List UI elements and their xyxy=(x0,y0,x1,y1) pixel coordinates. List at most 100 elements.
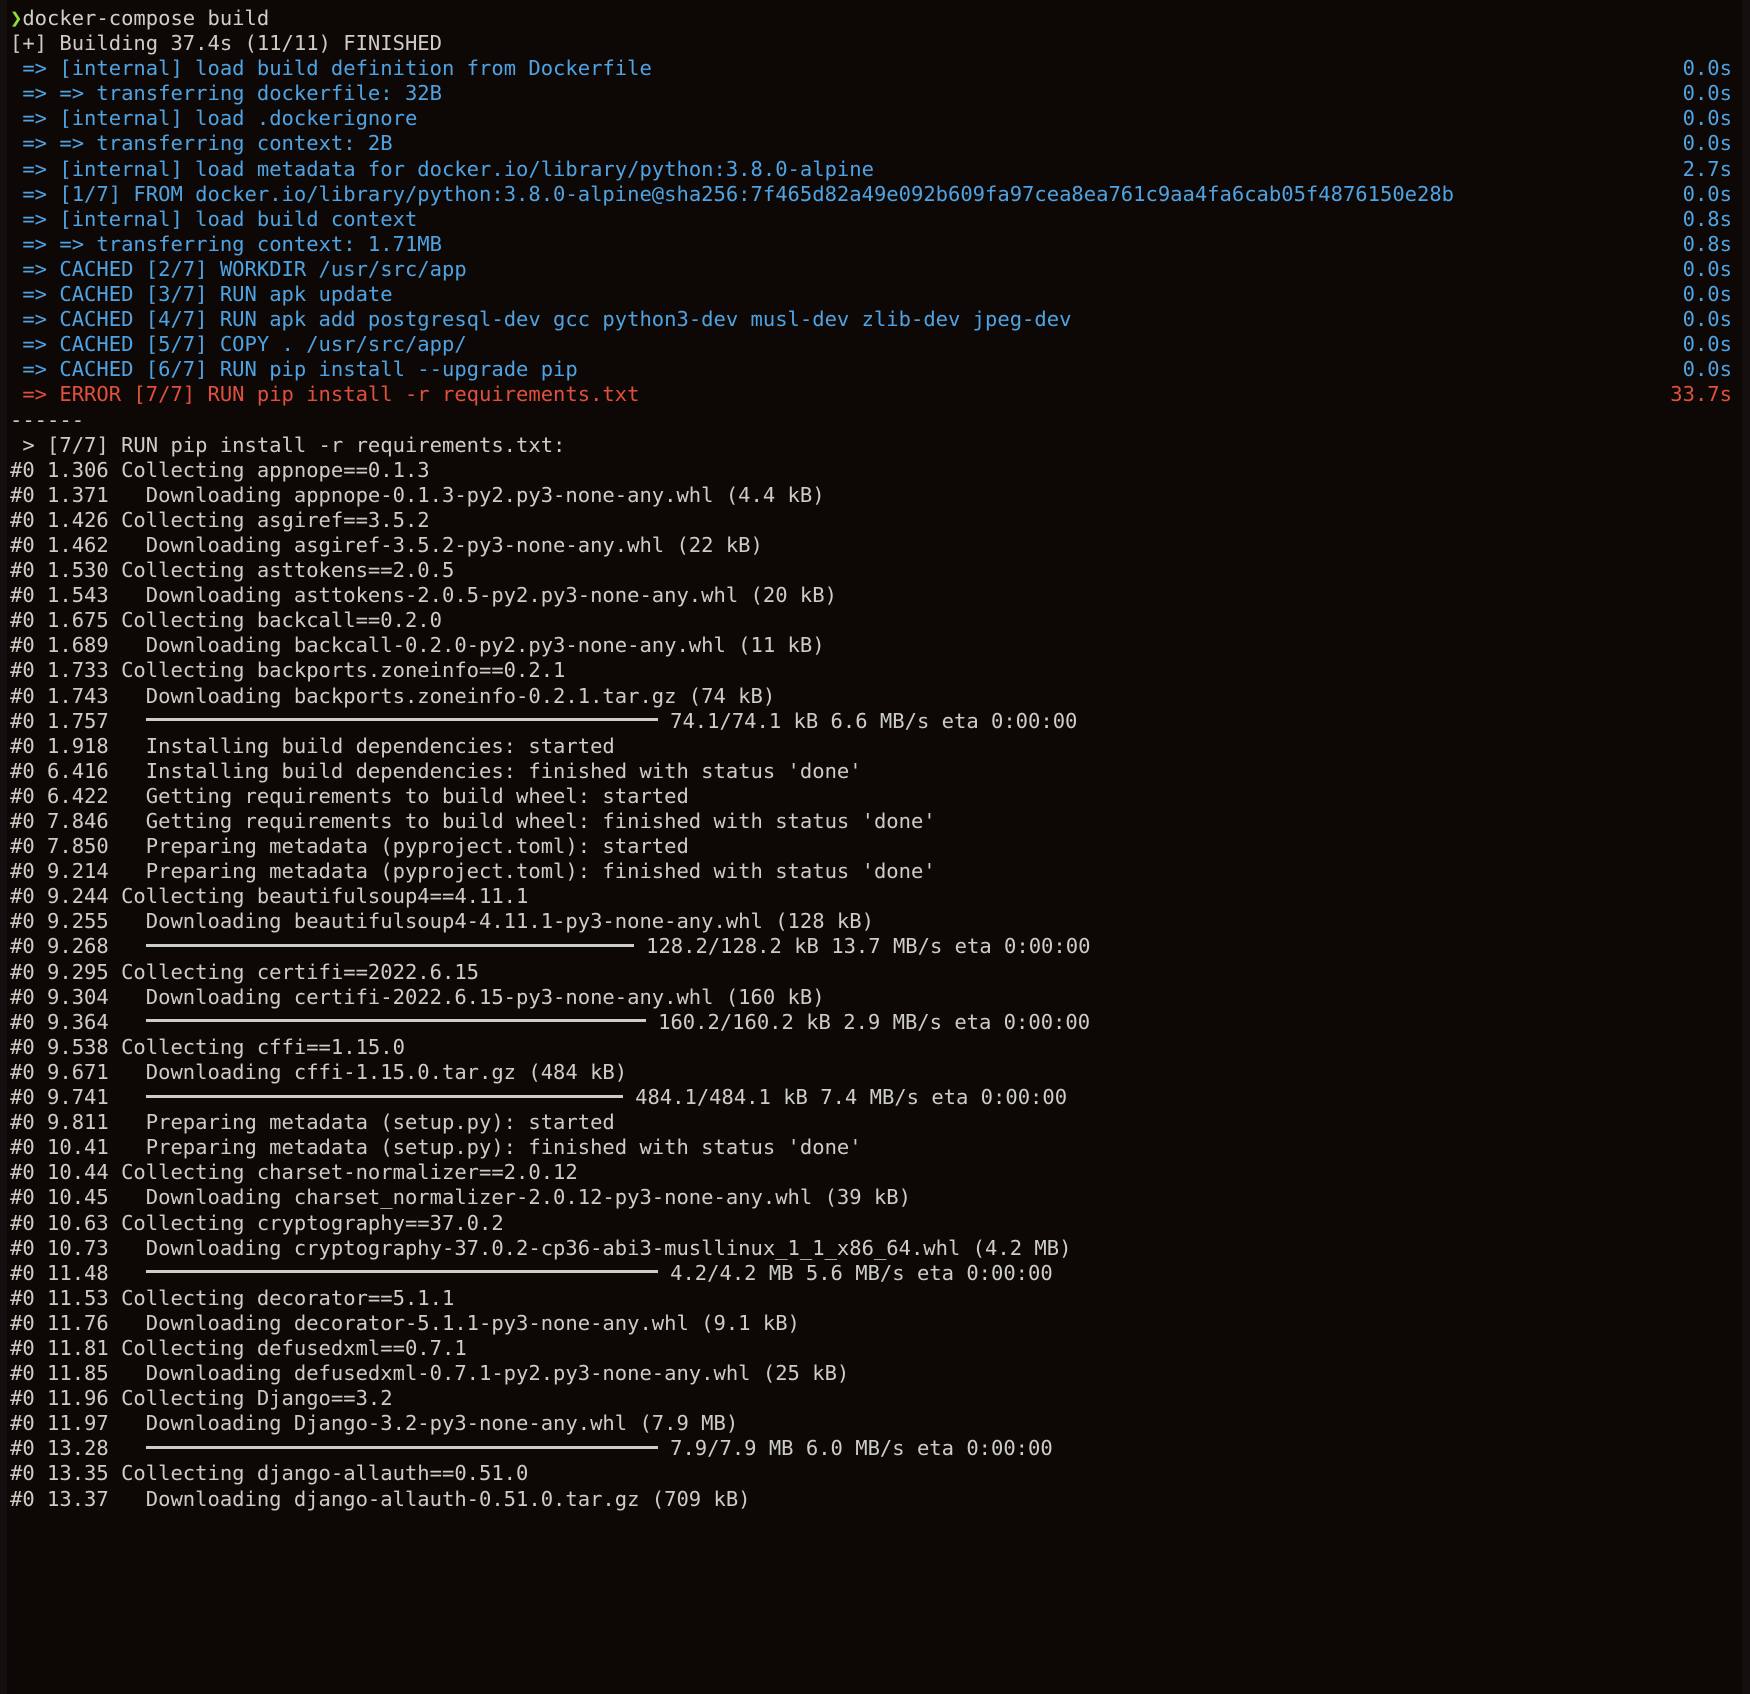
log-line-text: #0 1.918 Installing build dependencies: … xyxy=(10,733,615,758)
step-duration: 0.0s xyxy=(1682,81,1732,106)
progress-line: #0 11.48 4.2/4.2 MB 5.6 MB/s eta 0:00:00 xyxy=(10,1261,1740,1286)
step-text: CACHED [4/7] RUN apk add postgresql-dev … xyxy=(59,307,1072,332)
log-line: #0 1.426 Collecting asgiref==3.5.2 xyxy=(10,508,1740,533)
log-line-text: #0 9.255 Downloading beautifulsoup4-4.11… xyxy=(10,909,874,934)
log-line: #0 11.85 Downloading defusedxml-0.7.1-py… xyxy=(10,1361,1740,1386)
progress-prefix: #0 9.268 xyxy=(10,934,146,959)
log-line: #0 11.53 Collecting decorator==5.1.1 xyxy=(10,1286,1740,1311)
log-line-text: #0 11.97 Downloading Django-3.2-py3-none… xyxy=(10,1411,739,1436)
step-text: transferring dockerfile: 32B xyxy=(96,81,442,106)
step-arrow: => xyxy=(10,156,60,181)
log-line-text: #0 9.811 Preparing metadata (setup.py): … xyxy=(10,1110,615,1135)
log-line: #0 1.530 Collecting asttokens==2.0.5 xyxy=(10,558,1740,583)
log-line-text: #0 9.244 Collecting beautifulsoup4==4.11… xyxy=(10,884,529,909)
log-line: #0 1.689 Downloading backcall-0.2.0-py2.… xyxy=(10,633,1740,658)
log-line: #0 1.918 Installing build dependencies: … xyxy=(10,734,1740,759)
download-progress-bar xyxy=(145,1094,623,1098)
build-step-line: => CACHED [5/7] COPY . /usr/src/app/0.0s xyxy=(10,332,1740,357)
step-arrow: => xyxy=(10,382,60,407)
build-step-line: => CACHED [2/7] WORKDIR /usr/src/app 0.0s xyxy=(10,257,1740,282)
step-text: [internal] load build context xyxy=(59,206,418,231)
log-line-text: #0 9.295 Collecting certifi==2022.6.15 xyxy=(10,959,479,984)
step-arrow: => xyxy=(10,256,60,281)
download-progress-bar xyxy=(145,1270,658,1274)
log-line: #0 9.255 Downloading beautifulsoup4-4.11… xyxy=(10,909,1740,934)
log-line-text: #0 1.689 Downloading backcall-0.2.0-py2.… xyxy=(10,633,825,658)
log-line-text: #0 6.422 Getting requirements to build w… xyxy=(10,783,689,808)
log-line: #0 9.304 Downloading certifi-2022.6.15-p… xyxy=(10,985,1740,1010)
step-duration: 0.0s xyxy=(1682,332,1732,357)
failed-step-header-text: > [7/7] RUN pip install -r requirements.… xyxy=(10,432,566,457)
step-text: [1/7] FROM docker.io/library/python:3.8.… xyxy=(59,181,1455,206)
step-text: transferring context: 1.71MB xyxy=(96,231,442,256)
step-text: ERROR [7/7] RUN pip install -r requireme… xyxy=(59,382,640,407)
build-summary-text: [+] Building 37.4s (11/11) FINISHED xyxy=(10,31,442,56)
log-line: #0 10.45 Downloading charset_normalizer-… xyxy=(10,1185,1740,1210)
log-line: #0 7.850 Preparing metadata (pyproject.t… xyxy=(10,834,1740,859)
log-line: #0 10.44 Collecting charset-normalizer==… xyxy=(10,1160,1740,1185)
separator-line: ------ xyxy=(10,408,1740,433)
log-line-text: #0 9.304 Downloading certifi-2022.6.15-p… xyxy=(10,984,825,1009)
progress-prefix: #0 11.48 xyxy=(10,1260,146,1285)
step-arrow: => xyxy=(10,307,60,332)
terminal-output: ❯docker-compose build [+] Building 37.4s… xyxy=(0,6,1750,1512)
log-line: #0 10.63 Collecting cryptography==37.0.2 xyxy=(10,1211,1740,1236)
step-text: CACHED [2/7] WORKDIR /usr/src/app xyxy=(59,256,467,281)
step-text: CACHED [3/7] RUN apk update xyxy=(59,282,393,307)
log-line-text: #0 10.41 Preparing metadata (setup.py): … xyxy=(10,1135,862,1160)
step-arrow: => xyxy=(10,206,60,231)
log-line-text: #0 6.416 Installing build dependencies: … xyxy=(10,758,862,783)
download-progress-bar xyxy=(145,943,634,947)
log-line: #0 6.416 Installing build dependencies: … xyxy=(10,759,1740,784)
step-arrow: => xyxy=(10,181,60,206)
progress-stats: 4.2/4.2 MB 5.6 MB/s eta 0:00:00 xyxy=(657,1260,1053,1285)
step-text: transferring context: 2B xyxy=(96,131,393,156)
log-line-text: #0 1.743 Downloading backports.zoneinfo-… xyxy=(10,683,776,708)
build-step-line: => CACHED [3/7] RUN apk update 0.0s xyxy=(10,282,1740,307)
log-line-text: #0 7.850 Preparing metadata (pyproject.t… xyxy=(10,834,689,859)
log-line-text: #0 1.426 Collecting asgiref==3.5.2 xyxy=(10,507,430,532)
build-step-line: => [internal] load .dockerignore 0.0s xyxy=(10,106,1740,131)
step-duration: 33.7s xyxy=(1670,382,1732,407)
progress-prefix: #0 1.757 xyxy=(10,708,146,733)
log-line: #0 1.306 Collecting appnope==0.1.3 xyxy=(10,458,1740,483)
log-line: #0 11.76 Downloading decorator-5.1.1-py3… xyxy=(10,1311,1740,1336)
log-line-text: #0 11.76 Downloading decorator-5.1.1-py3… xyxy=(10,1310,800,1335)
build-step-line: => [1/7] FROM docker.io/library/python:3… xyxy=(10,182,1740,207)
step-arrow: => => xyxy=(10,231,97,256)
log-line: #0 1.675 Collecting backcall==0.2.0 xyxy=(10,608,1740,633)
download-progress-bar xyxy=(145,718,658,722)
progress-prefix: #0 9.364 xyxy=(10,1009,146,1034)
log-line-text: #0 10.45 Downloading charset_normalizer-… xyxy=(10,1185,911,1210)
download-progress-bar xyxy=(145,1445,658,1449)
failed-step-header-line: > [7/7] RUN pip install -r requirements.… xyxy=(10,433,1740,458)
progress-prefix: #0 13.28 xyxy=(10,1436,146,1461)
step-duration: 0.0s xyxy=(1682,106,1732,131)
terminal-window[interactable]: ❯docker-compose build [+] Building 37.4s… xyxy=(0,0,1750,1694)
step-duration: 0.0s xyxy=(1682,56,1732,81)
build-step-line: => => transferring context: 2B 0.0s xyxy=(10,131,1740,156)
command-text: docker-compose build xyxy=(22,6,270,30)
log-line-text: #0 1.462 Downloading asgiref-3.5.2-py3-n… xyxy=(10,532,763,557)
log-line: #0 1.733 Collecting backports.zoneinfo==… xyxy=(10,658,1740,683)
log-line-text: #0 1.675 Collecting backcall==0.2.0 xyxy=(10,608,442,633)
build-step-line: => CACHED [4/7] RUN apk add postgresql-d… xyxy=(10,307,1740,332)
build-step-line: => => transferring context: 1.71MB 0.8s xyxy=(10,232,1740,257)
step-arrow: => xyxy=(10,106,60,131)
step-arrow: => xyxy=(10,282,60,307)
progress-stats: 74.1/74.1 kB 6.6 MB/s eta 0:00:00 xyxy=(657,708,1078,733)
log-line: #0 9.295 Collecting certifi==2022.6.15 xyxy=(10,960,1740,985)
progress-stats: 128.2/128.2 kB 13.7 MB/s eta 0:00:00 xyxy=(633,934,1091,959)
log-line-text: #0 10.73 Downloading cryptography-37.0.2… xyxy=(10,1235,1072,1260)
log-line: #0 9.244 Collecting beautifulsoup4==4.11… xyxy=(10,884,1740,909)
log-line-text: #0 9.214 Preparing metadata (pyproject.t… xyxy=(10,859,936,884)
build-step-line: => CACHED [6/7] RUN pip install --upgrad… xyxy=(10,357,1740,382)
log-line-text: #0 13.35 Collecting django-allauth==0.51… xyxy=(10,1461,529,1486)
log-line-text: #0 1.543 Downloading asttokens-2.0.5-py2… xyxy=(10,583,837,608)
step-arrow: => => xyxy=(10,81,97,106)
step-text: [internal] load metadata for docker.io/l… xyxy=(59,156,874,181)
log-line: #0 10.41 Preparing metadata (setup.py): … xyxy=(10,1135,1740,1160)
log-line-text: #0 1.530 Collecting asttokens==2.0.5 xyxy=(10,558,455,583)
step-duration: 0.0s xyxy=(1682,357,1732,382)
separator-text: ------ xyxy=(10,407,85,432)
